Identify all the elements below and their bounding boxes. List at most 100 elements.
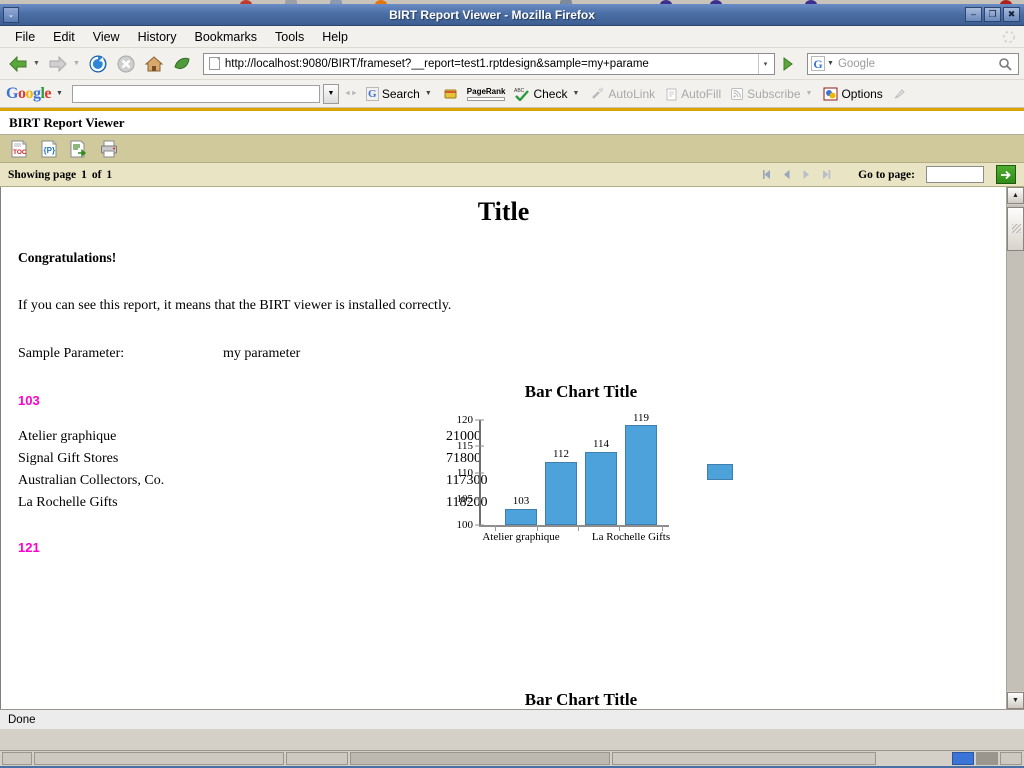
y-tick-label: 120 — [456, 414, 474, 426]
window-controls: – ❐ ✖ — [965, 7, 1020, 22]
goto-page-input[interactable] — [926, 166, 984, 183]
birt-status-bar: Showing page 1 of 1 Go to page: — [0, 163, 1024, 187]
close-button[interactable]: ✖ — [1003, 7, 1020, 22]
google-g-icon: G — [365, 86, 379, 101]
chart-plot-area: 120 115 110 105 100 103 112 114 119 Atel… — [457, 412, 733, 543]
goto-page-label: Go to page: — [858, 168, 915, 181]
back-button[interactable] — [5, 51, 31, 77]
google-options-button[interactable]: Options — [820, 86, 885, 102]
goto-page-go-button[interactable] — [996, 165, 1016, 184]
autolink-icon — [592, 87, 604, 99]
toc-button[interactable]: TOC — [10, 140, 28, 158]
tray-icon[interactable] — [976, 752, 998, 765]
report-title: Title — [477, 197, 530, 226]
back-dropdown-icon[interactable]: ▼ — [33, 60, 43, 67]
autofill-icon — [666, 88, 677, 100]
google-bookmarks-button[interactable] — [440, 86, 461, 102]
taskbar-tray — [952, 752, 1022, 765]
google-search-history-dropdown-icon[interactable]: ▼ — [322, 83, 339, 104]
forward-button — [45, 51, 71, 77]
google-options-label: Options — [841, 86, 883, 101]
pagerank-indicator[interactable]: PageRank — [464, 86, 509, 102]
restore-button[interactable]: ❐ — [984, 7, 1001, 22]
bar-chart-top: Bar Chart Title 120 115 110 105 100 103 … — [431, 382, 733, 543]
google-autolink-button: AutoLink — [587, 86, 658, 102]
taskbar-start-button[interactable] — [2, 752, 32, 765]
report-vertical-scrollbar[interactable]: ▲ ▼ — [1006, 187, 1024, 709]
url-bar[interactable]: http://localhost:9080/BIRT/frameset?__re… — [202, 52, 775, 75]
google-search-button[interactable]: G Search ▼ — [363, 86, 437, 102]
google-logo-dropdown-icon[interactable]: ▼ — [56, 90, 63, 97]
scroll-down-button[interactable]: ▼ — [1007, 692, 1024, 709]
taskbar — [0, 750, 1024, 766]
minimize-button[interactable]: – — [965, 7, 982, 22]
url-dropdown-icon[interactable]: ▾ — [758, 53, 772, 74]
export-report-button[interactable] — [70, 140, 88, 158]
taskbar-window-button[interactable] — [34, 752, 284, 765]
next-page-button[interactable] — [800, 168, 813, 181]
google-logo: Google — [6, 84, 52, 102]
menu-file[interactable]: File — [6, 28, 44, 46]
google-check-button[interactable]: ABC Check ▼ — [511, 85, 584, 102]
home-button[interactable] — [141, 51, 167, 77]
chart-legend-swatch — [707, 464, 733, 480]
report-page: Title Congratulations! If you can see th… — [1, 187, 1006, 709]
y-tick-label: 115 — [456, 440, 473, 453]
go-button[interactable] — [777, 53, 799, 75]
report-parameter-row: Sample Parameter: my parameter — [18, 346, 1006, 362]
taskbar-window-button[interactable] — [286, 752, 348, 765]
browser-search-box[interactable]: G ▼ Google — [807, 52, 1019, 75]
bar-chart-bottom-title: Bar Chart Title — [524, 690, 638, 709]
stop-button — [113, 51, 139, 77]
reload-button[interactable] — [85, 51, 111, 77]
menu-edit[interactable]: Edit — [44, 28, 84, 46]
google-check-dropdown-icon[interactable]: ▼ — [572, 90, 579, 97]
taskbar-window-button[interactable] — [612, 752, 876, 765]
menu-history[interactable]: History — [129, 28, 186, 46]
google-check-label: Check — [533, 86, 568, 101]
bar-4 — [625, 425, 657, 525]
google-toolbar-search-input[interactable] — [71, 84, 320, 103]
bar-2 — [545, 462, 577, 525]
previous-page-button[interactable] — [780, 168, 793, 181]
tray-icon[interactable] — [1000, 752, 1022, 765]
browser-window: ⌄ BIRT Report Viewer - Mozilla Firefox –… — [0, 4, 1024, 768]
tray-icon[interactable] — [952, 752, 974, 765]
menu-tools[interactable]: Tools — [266, 28, 313, 46]
parameters-button[interactable]: {P} — [40, 140, 58, 158]
menu-help[interactable]: Help — [313, 28, 357, 46]
scrollbar-track[interactable] — [1007, 205, 1024, 691]
browser-status-bar: Done — [0, 709, 1024, 729]
current-page-number: 1 — [81, 168, 87, 181]
birt-app-title: BIRT Report Viewer — [9, 114, 125, 130]
x-category-label-2: La Rochelle Gifts — [591, 531, 671, 543]
forward-dropdown-icon: ▼ — [72, 60, 80, 67]
last-page-button[interactable] — [820, 168, 833, 181]
taskbar-window-button[interactable] — [350, 752, 610, 765]
status-text: Done — [8, 713, 36, 726]
x-tick-mark — [578, 525, 579, 531]
google-highlight-button — [889, 86, 909, 102]
bar-label-4: 119 — [632, 411, 650, 424]
window-title: BIRT Report Viewer - Mozilla Firefox — [389, 7, 595, 22]
print-report-button[interactable] — [100, 140, 118, 158]
scrollbar-thumb[interactable] — [1007, 207, 1024, 251]
leaf-icon[interactable] — [169, 51, 195, 77]
menu-bookmarks[interactable]: Bookmarks — [185, 28, 266, 46]
search-engine-icon[interactable]: G — [811, 56, 825, 71]
scroll-up-button[interactable]: ▲ — [1007, 187, 1024, 204]
menu-view[interactable]: View — [84, 28, 129, 46]
google-search-dropdown-icon[interactable]: ▼ — [425, 90, 432, 97]
google-subscribe-dropdown-icon: ▼ — [805, 90, 813, 97]
search-engine-dropdown-icon[interactable]: ▼ — [827, 60, 834, 67]
search-icon[interactable] — [995, 57, 1015, 71]
page-favicon-icon — [208, 57, 220, 70]
y-tick-label: 110 — [456, 466, 473, 479]
row-name: Australian Collectors, Co. — [18, 473, 165, 488]
spellcheck-icon: ABC — [514, 88, 530, 101]
first-page-button[interactable] — [760, 168, 773, 181]
birt-toolbar: TOC {P} — [0, 135, 1024, 163]
bar-1 — [505, 509, 537, 525]
window-menu-icon[interactable]: ⌄ — [3, 6, 19, 23]
search-input[interactable]: Google — [838, 58, 995, 70]
